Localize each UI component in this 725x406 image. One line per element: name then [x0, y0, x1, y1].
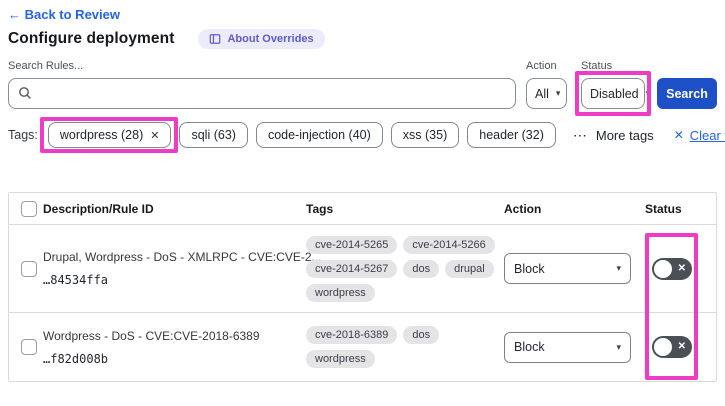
rule-tag: dos — [403, 260, 439, 278]
table-row: Wordpress - DoS - CVE:CVE-2018-6389 …f82… — [9, 313, 716, 381]
row-checkbox[interactable] — [21, 261, 37, 277]
rule-status-toggle[interactable]: ✕ — [652, 336, 692, 358]
rule-tag: dos — [403, 326, 439, 344]
rule-tag: wordpress — [306, 284, 375, 302]
tag-pill-header[interactable]: header (32) — [467, 122, 556, 148]
close-icon: ✕ — [678, 342, 686, 352]
tag-pill-xss[interactable]: xss (35) — [391, 122, 459, 148]
more-tags-label: More tags — [596, 128, 654, 143]
about-overrides-label: About Overrides — [227, 33, 313, 45]
page-title: Configure deployment — [8, 30, 174, 48]
rule-status-toggle[interactable]: ✕ — [652, 258, 692, 280]
status-filter-dropdown[interactable]: Disabled ▾ — [581, 78, 645, 109]
more-tags-button[interactable]: ⋯ More tags — [573, 127, 654, 144]
selected-tag-label: wordpress (28) — [60, 128, 143, 142]
action-filter-label: Action — [526, 60, 567, 72]
rule-tags: cve-2018-6389 dos wordpress — [306, 322, 502, 372]
column-header-status: Status — [639, 202, 716, 216]
row-checkbox[interactable] — [21, 339, 37, 355]
action-filter-value: All — [535, 87, 549, 101]
rule-action-dropdown[interactable]: Block ▾ — [504, 332, 631, 363]
tag-pill-sqli[interactable]: sqli (63) — [179, 122, 247, 148]
table-row: Drupal, Wordpress - DoS - XMLRPC - CVE:C… — [9, 225, 716, 313]
close-icon[interactable]: ✕ — [150, 129, 159, 142]
rule-description: Wordpress - DoS - CVE:CVE-2018-6389 — [43, 329, 300, 343]
about-overrides-badge[interactable]: About Overrides — [198, 29, 324, 49]
tag-pill-code-injection[interactable]: code-injection (40) — [256, 122, 383, 148]
back-to-review-link[interactable]: ← Back to Review — [8, 7, 120, 22]
ellipsis-icon: ⋯ — [573, 127, 588, 144]
status-filter-label: Status — [581, 60, 645, 72]
search-rules-input[interactable] — [8, 78, 516, 109]
close-icon: ✕ — [678, 264, 686, 274]
rule-action-value: Block — [514, 340, 545, 354]
column-header-action: Action — [504, 202, 639, 216]
chevron-down-icon: ▾ — [646, 89, 651, 98]
chevron-down-icon: ▾ — [616, 264, 621, 273]
clear-tags-button[interactable]: ✕ Clear tags — [674, 128, 725, 143]
action-filter-dropdown[interactable]: All ▾ — [526, 78, 567, 109]
rule-description: Drupal, Wordpress - DoS - XMLRPC - CVE:C… — [43, 250, 300, 264]
toggle-knob — [654, 338, 672, 356]
rule-tag: wordpress — [306, 350, 375, 368]
configure-deployment-page: ← Back to Review Configure deployment Ab… — [0, 0, 725, 406]
search-rules-label: Search Rules... — [8, 60, 516, 72]
toggle-knob — [654, 260, 672, 278]
select-all-checkbox[interactable] — [21, 201, 37, 217]
rule-id: …84534ffa — [43, 273, 300, 287]
close-icon: ✕ — [674, 128, 684, 142]
filter-row: Search Rules... Action All ▾ Status — [8, 60, 717, 109]
rule-tag: cve-2014-5265 — [306, 236, 397, 254]
rule-action-value: Block — [514, 262, 545, 276]
chevron-down-icon: ▾ — [616, 343, 621, 352]
search-button[interactable]: Search — [657, 78, 717, 109]
rule-tag: cve-2014-5266 — [403, 236, 494, 254]
chevron-down-icon: ▾ — [556, 89, 561, 98]
table-header-row: Description/Rule ID Tags Action Status — [9, 193, 716, 225]
rule-tag: drupal — [445, 260, 494, 278]
search-icon — [18, 86, 32, 105]
selected-tag-wordpress[interactable]: wordpress (28) ✕ — [48, 122, 172, 148]
column-header-tags: Tags — [306, 202, 504, 216]
clear-tags-label: Clear tags — [690, 128, 725, 143]
title-row: Configure deployment About Overrides — [8, 29, 325, 49]
tags-bar: Tags: wordpress (28) ✕ sqli (63) code-in… — [8, 122, 725, 148]
rule-id: …f82d008b — [43, 352, 300, 366]
rule-tag: cve-2018-6389 — [306, 326, 397, 344]
rules-table: Description/Rule ID Tags Action Status D… — [8, 192, 717, 382]
rule-action-dropdown[interactable]: Block ▾ — [504, 253, 631, 284]
status-filter-value: Disabled — [590, 87, 639, 101]
rule-tags: cve-2014-5265 cve-2014-5266 cve-2014-526… — [306, 232, 502, 306]
column-header-description: Description/Rule ID — [43, 202, 306, 216]
book-icon — [209, 33, 221, 45]
rule-tag: cve-2014-5267 — [306, 260, 397, 278]
tags-label: Tags: — [8, 128, 38, 142]
